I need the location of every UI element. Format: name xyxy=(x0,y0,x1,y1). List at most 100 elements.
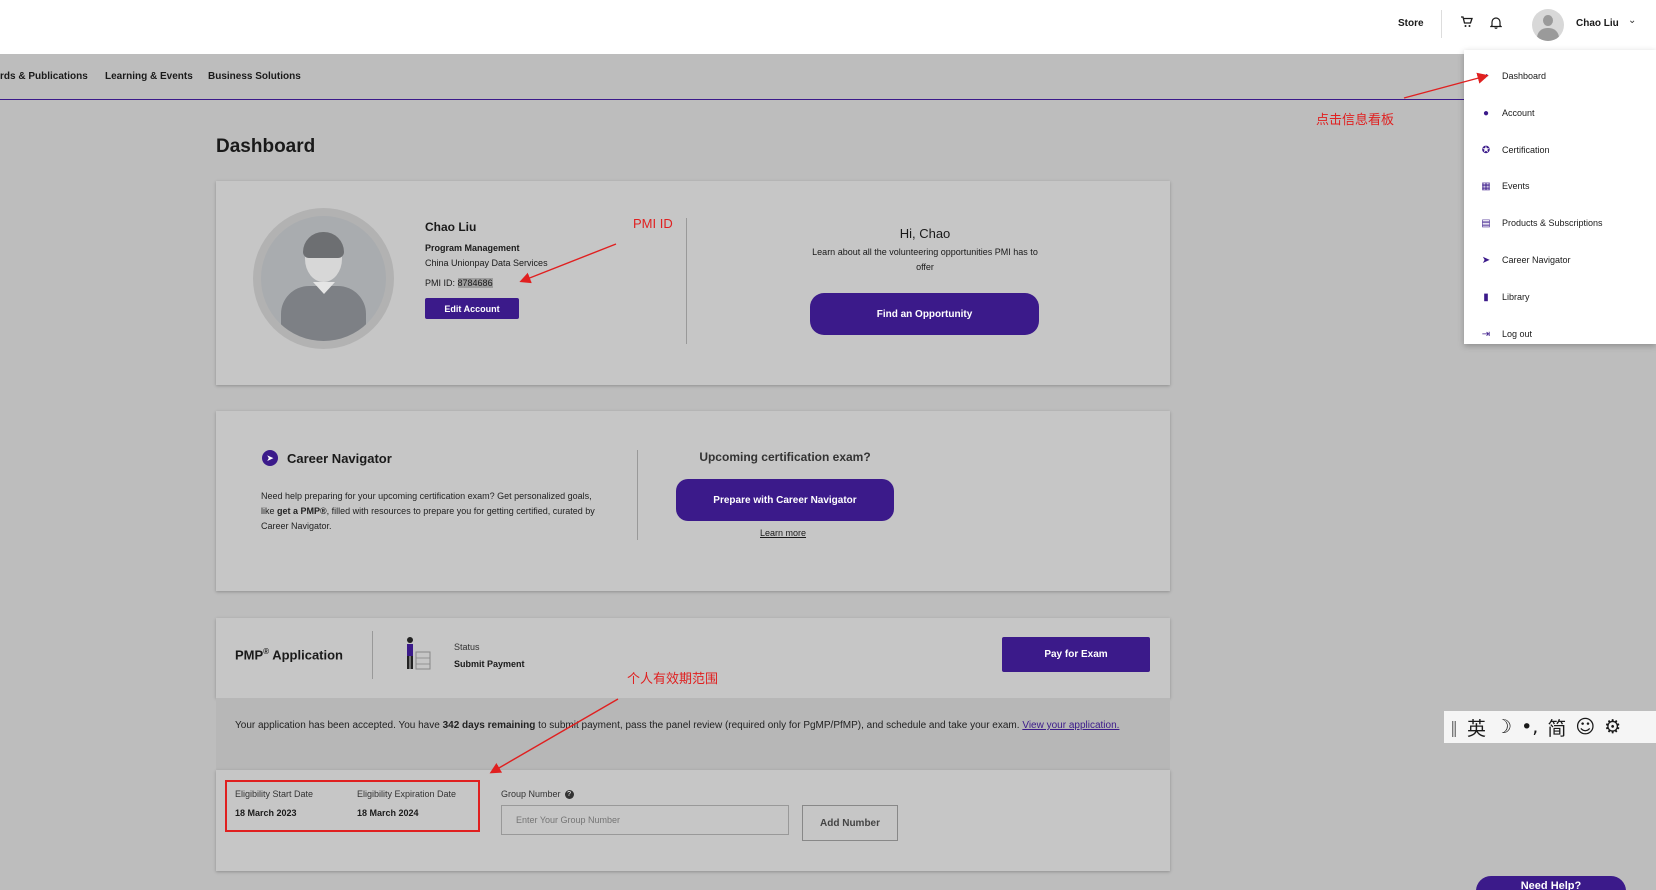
moon-icon[interactable]: ☽ xyxy=(1495,716,1512,738)
eligibility-highlight-box xyxy=(225,780,480,832)
pmi-id: PMI ID: 8784686 xyxy=(425,278,493,288)
logout-icon: ⇥ xyxy=(1481,328,1491,340)
dropdown-item-certification[interactable]: ✪ Certification xyxy=(1464,140,1656,160)
gear-icon[interactable]: ⚙ xyxy=(1604,716,1621,738)
find-opportunity-button[interactable]: Find an Opportunity xyxy=(810,293,1039,335)
cart-icon[interactable] xyxy=(1460,16,1473,31)
account-icon: ● xyxy=(1482,107,1490,119)
application-title-suffix: Application xyxy=(272,647,343,663)
profile-divider xyxy=(686,218,687,344)
career-divider xyxy=(637,450,638,540)
nav-item-learning-events[interactable]: Learning & Events xyxy=(105,71,193,82)
dashboard-icon: ◔ xyxy=(1482,70,1490,82)
dropdown-item-products-subscriptions[interactable]: ▤ Products & Subscriptions xyxy=(1464,213,1656,233)
library-icon: ▮ xyxy=(1483,291,1489,303)
profile-name: Chao Liu xyxy=(425,220,477,234)
eligibility-start-value: 18 March 2023 xyxy=(235,808,297,818)
message-text: to submit payment, pass the panel review… xyxy=(535,720,1023,731)
events-icon: ▦ xyxy=(1481,180,1491,192)
avatar-body-shape xyxy=(281,286,366,341)
ime-simplified-toggle[interactable]: 简 xyxy=(1547,714,1566,741)
edit-account-button[interactable]: Edit Account xyxy=(425,298,519,319)
group-number-text: Group Number xyxy=(501,789,561,799)
certification-icon: ✪ xyxy=(1481,144,1491,156)
status-value: Submit Payment xyxy=(454,659,525,669)
pmi-id-label: PMI ID: xyxy=(425,278,456,288)
eligibility-end-label: Eligibility Expiration Date xyxy=(357,789,457,799)
punctuation-icon[interactable]: •, xyxy=(1521,716,1538,738)
dropdown-item-events[interactable]: ▦ Events xyxy=(1464,176,1656,196)
registered-mark: ® xyxy=(263,647,270,656)
user-avatar[interactable] xyxy=(1532,9,1564,41)
career-navigator-title: Career Navigator xyxy=(287,451,392,466)
dropdown-item-logout[interactable]: ⇥ Log out xyxy=(1464,324,1656,344)
nav-item-standards-publications[interactable]: rds & Publications xyxy=(0,71,88,82)
career-navigator-text: Need help preparing for your upcoming ce… xyxy=(261,489,601,534)
application-message-panel xyxy=(216,698,1170,770)
application-title: PMP® Application xyxy=(235,647,343,662)
volunteer-text: Learn about all the volunteering opportu… xyxy=(812,247,1038,272)
dropdown-item-label: Log out xyxy=(1502,329,1533,339)
avatar-hair-shape xyxy=(303,232,344,258)
need-help-button[interactable]: Need Help? xyxy=(1476,876,1626,890)
eligibility-start-label: Eligibility Start Date xyxy=(235,789,314,799)
group-number-input[interactable] xyxy=(501,805,789,835)
profile-avatar xyxy=(253,208,394,349)
avatar-head-shape xyxy=(1543,15,1553,26)
bell-icon[interactable] xyxy=(1489,16,1503,32)
dropdown-item-career-navigator[interactable]: ➤ Career Navigator xyxy=(1464,250,1656,270)
dropdown-item-library[interactable]: ▮ Library xyxy=(1464,287,1656,307)
upcoming-exam-heading: Upcoming certification exam? xyxy=(699,450,871,464)
main-nav: rds & Publications Learning & Events Bus… xyxy=(0,54,1656,100)
drag-handle-icon[interactable]: ‖ xyxy=(1450,718,1458,737)
store-link[interactable]: Store xyxy=(1398,18,1424,29)
dropdown-item-label: Career Navigator xyxy=(1502,255,1571,265)
help-icon[interactable]: ? xyxy=(564,790,574,800)
eligibility-end-value: 18 March 2024 xyxy=(357,808,419,818)
dropdown-item-label: Certification xyxy=(1502,145,1550,155)
profile-company: China Unionpay Data Services xyxy=(425,258,548,268)
career-text-bold: get a PMP® xyxy=(277,506,327,516)
ime-toolbar: ‖ 英 ☽ •, 简 ☺ ⚙ xyxy=(1444,711,1656,743)
dropdown-item-label: Account xyxy=(1502,108,1535,118)
avatar-body-shape xyxy=(1537,28,1559,41)
pay-for-exam-button[interactable]: Pay for Exam xyxy=(1002,637,1150,672)
products-icon: ▤ xyxy=(1481,217,1491,229)
annotation-pmi-id: PMI ID xyxy=(633,216,673,231)
annotation-validity-hint: 个人有效期范围 xyxy=(627,671,719,686)
application-message: Your application has been accepted. You … xyxy=(235,717,1145,734)
annotation-dashboard-hint: 点击信息看板 xyxy=(1316,112,1395,127)
profile-avatar-image xyxy=(261,216,386,341)
top-bar: Store Chao Liu ⌄ xyxy=(0,0,1656,54)
learn-more-link[interactable]: Learn more xyxy=(760,528,806,538)
message-text: Your application has been accepted. You … xyxy=(235,720,443,731)
prepare-career-navigator-button[interactable]: Prepare with Career Navigator xyxy=(676,479,894,521)
nav-item-business-solutions[interactable]: Business Solutions xyxy=(208,71,301,82)
chevron-down-icon[interactable]: ⌄ xyxy=(1628,15,1636,26)
status-label: Status xyxy=(454,642,480,652)
days-remaining: 342 days remaining xyxy=(442,720,536,731)
ime-language-toggle[interactable]: 英 xyxy=(1467,714,1486,741)
group-number-label: Group Number? xyxy=(501,789,574,800)
application-divider xyxy=(372,631,373,679)
status-person-icon xyxy=(407,637,431,670)
add-number-button[interactable]: Add Number xyxy=(802,805,898,841)
career-navigator-icon: ➤ xyxy=(262,450,278,466)
volunteer-greeting: Hi, Chao xyxy=(899,226,951,241)
dropdown-item-account[interactable]: ● Account xyxy=(1464,103,1656,123)
view-application-link[interactable]: View your application. xyxy=(1022,720,1119,731)
application-title-prefix: PMP xyxy=(235,647,264,663)
header-divider xyxy=(1441,10,1442,38)
pmi-id-value: 8784686 xyxy=(457,278,493,288)
profile-title: Program Management xyxy=(425,243,520,253)
page-title: Dashboard xyxy=(216,136,316,157)
dropdown-item-label: Library xyxy=(1502,292,1530,302)
dropdown-item-label: Events xyxy=(1502,181,1530,191)
dropdown-item-label: Products & Subscriptions xyxy=(1502,218,1603,228)
dropdown-item-label: Dashboard xyxy=(1502,71,1547,81)
user-dropdown-menu: ◔ Dashboard ● Account ✪ Certification ▦ … xyxy=(1464,50,1656,344)
emoji-icon[interactable]: ☺ xyxy=(1575,716,1595,738)
user-name[interactable]: Chao Liu xyxy=(1576,18,1619,29)
dropdown-item-dashboard[interactable]: ◔ Dashboard xyxy=(1464,66,1656,86)
career-navigator-icon: ➤ xyxy=(1481,254,1491,266)
